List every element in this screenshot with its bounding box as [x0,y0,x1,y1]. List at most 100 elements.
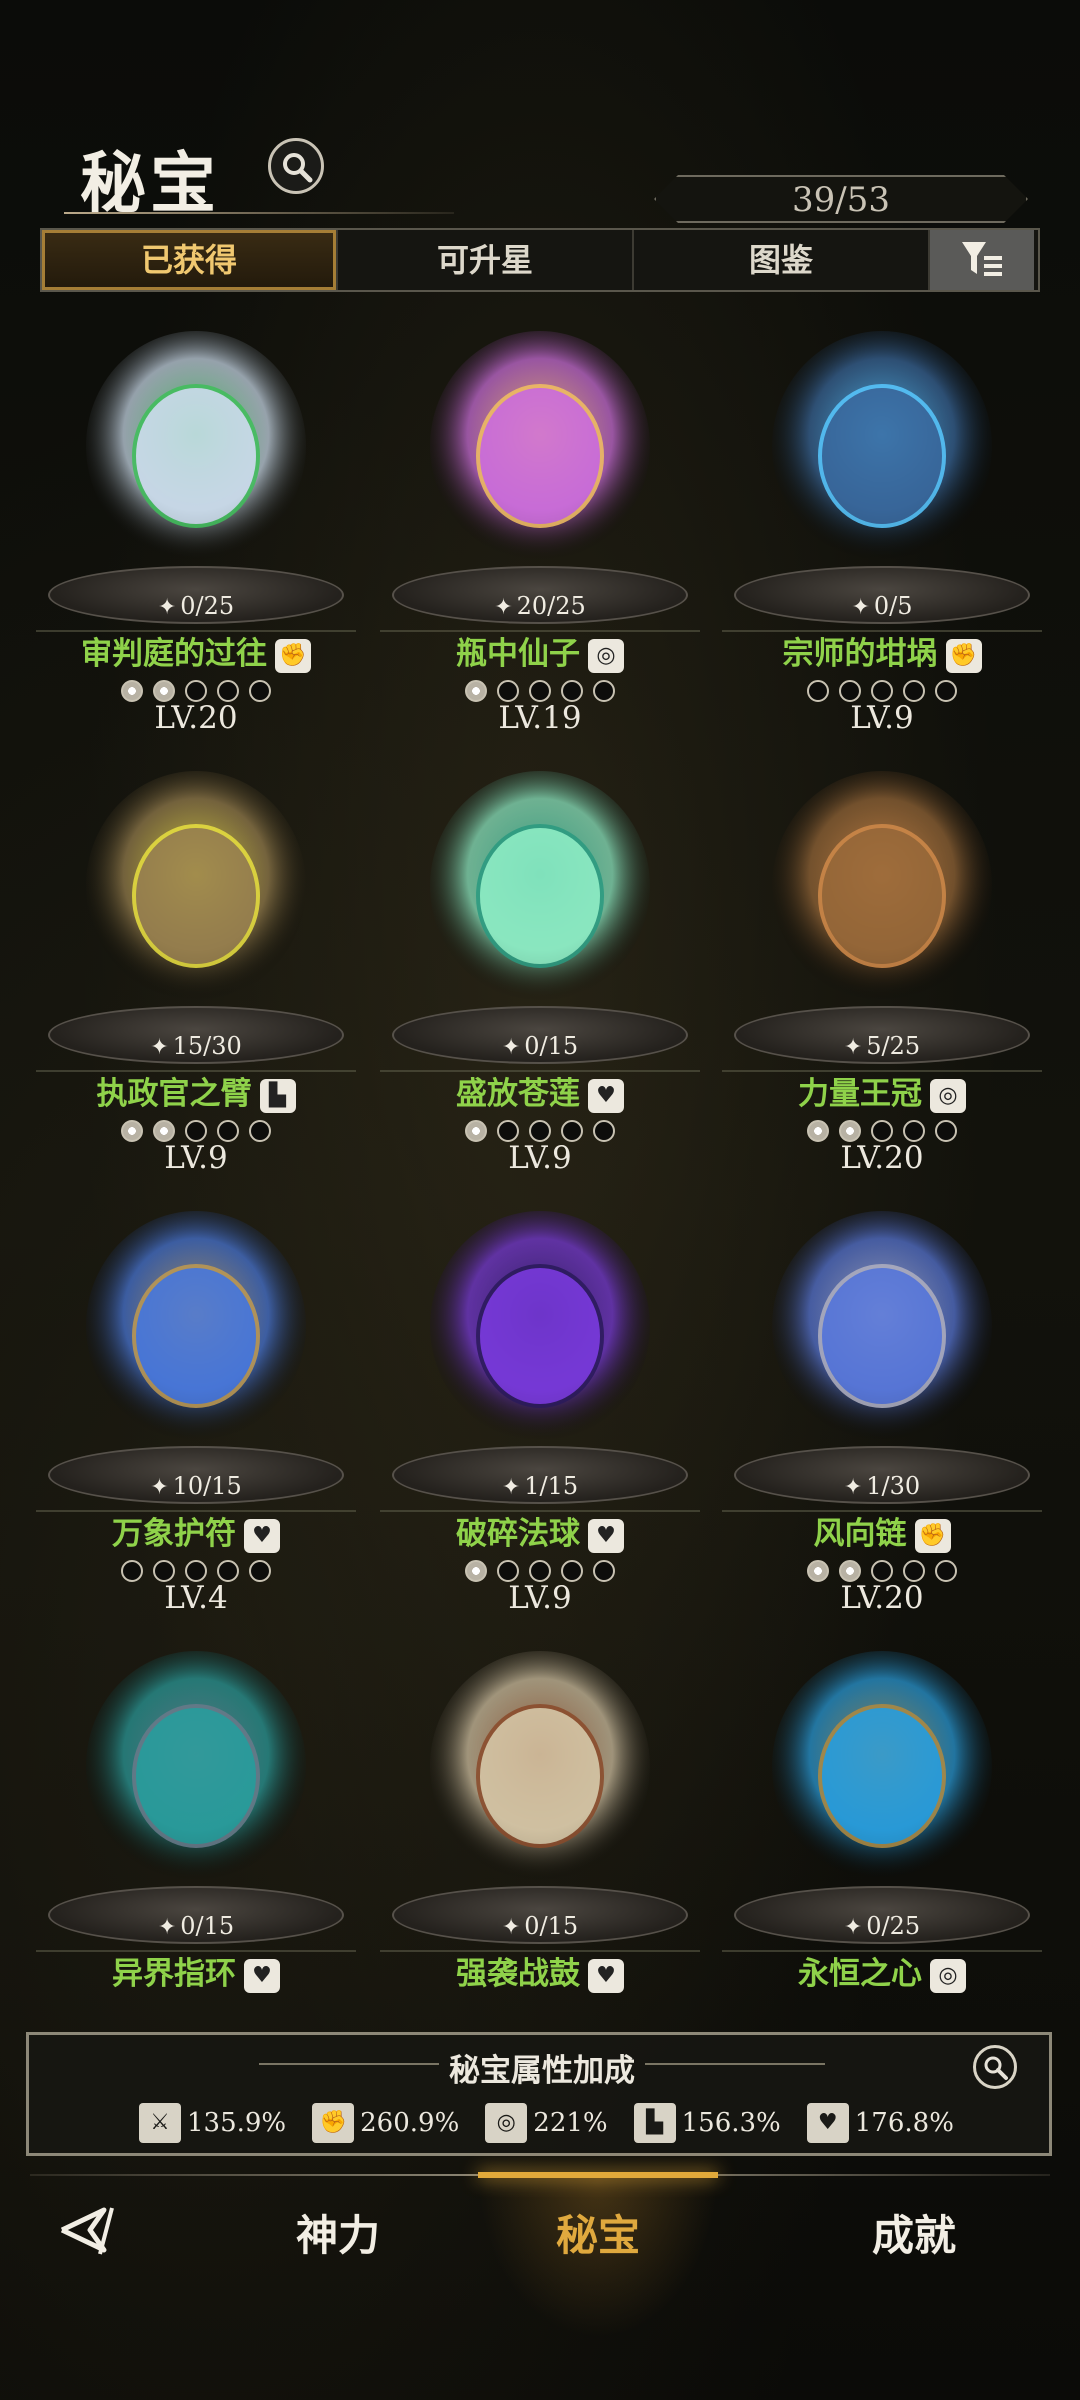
item-name: 强袭战鼓 [456,1956,580,1992]
puzzle-piece-icon: ✦ [157,595,177,620]
item-name-row: 瓶中仙子 ◎ [380,630,700,674]
fist-icon: ✊ [275,638,311,673]
shard-count: ✦ 0/25 [36,592,356,624]
treasure-card[interactable]: ✦ 15/30 执政官之臂 ▙ LV.9 [36,756,356,1176]
nav-achievements[interactable]: 成就 [814,2202,1014,2262]
tab-obtained[interactable]: 已获得 [42,230,338,290]
treasure-art [86,1211,306,1441]
search-icon [283,153,313,183]
sword-icon: ⚔ [139,2103,181,2143]
treasure-art [86,771,306,1001]
treasure-card[interactable]: ✦ 0/15 盛放苍莲 ♥ LV.9 [380,756,700,1176]
nav-treasures[interactable]: 秘宝 [498,2202,698,2262]
heart-icon: ♥ [244,1518,280,1553]
item-name: 异界指环 [112,1956,236,1992]
item-name-row: 破碎法球 ♥ [380,1510,700,1554]
treasure-art [430,331,650,561]
search-button[interactable] [268,138,324,194]
filter-button[interactable] [930,230,1034,290]
tab-codex[interactable]: 图鉴 [634,230,930,290]
treasure-art [772,1651,992,1881]
shard-count-value: 10/15 [172,1472,242,1500]
nav-divine-power[interactable]: 神力 [238,2202,438,2262]
bonus-panel: 秘宝属性加成 ⚔ 135.9% ✊ 260.9% ◎ 221% ▙ 156.3% ♥ 176.8% [26,2032,1052,2156]
heart-icon: ♥ [244,1958,280,1993]
bonus-stat: ◎ 221% [485,2103,608,2143]
treasure-card[interactable]: ✦ 10/15 万象护符 ♥ LV.4 [36,1196,356,1616]
filter-icon [962,242,1002,276]
item-name: 审判庭的过往 [81,636,267,672]
treasure-card[interactable]: ✦ 0/25 审判庭的过往 ✊ LV.20 [36,316,356,736]
shard-count-value: 0/15 [180,1912,235,1940]
item-name: 宗师的坩埚 [782,636,938,672]
bonus-stat-value: 176.8% [854,2108,954,2138]
heart-icon: ♥ [588,1078,624,1113]
puzzle-piece-icon: ✦ [150,1035,169,1060]
item-name-row: 盛放苍莲 ♥ [380,1070,700,1114]
bonus-stat-value: 221% [533,2108,608,2138]
swirl-icon: ◎ [485,2103,528,2143]
boot-icon: ▙ [259,1078,296,1113]
puzzle-piece-icon: ✦ [843,1915,863,1940]
item-level: LV.9 [508,1580,572,1616]
treasure-card[interactable]: ✦ 1/15 破碎法球 ♥ LV.9 [380,1196,700,1616]
shard-count: ✦ 0/15 [380,1912,700,1944]
bonus-stat: ▙ 156.3% [633,2103,781,2143]
collection-counter: 39/53 [792,180,890,220]
bonus-stats: ⚔ 135.9% ✊ 260.9% ◎ 221% ▙ 156.3% ♥ 176.8% [139,2101,989,2145]
tab-upgradable[interactable]: 可升星 [338,230,634,290]
shard-count: ✦ 20/25 [380,592,700,624]
bonus-stat: ⚔ 135.9% [139,2103,286,2143]
back-button[interactable] [56,2196,136,2266]
shard-count: ✦ 0/25 [722,1912,1042,1944]
puzzle-piece-icon: ✦ [843,1035,863,1060]
item-name-row: 执政官之臂 ▙ [36,1070,356,1114]
item-name-row: 异界指环 ♥ [36,1950,356,1994]
fist-icon: ✊ [914,1518,951,1553]
shard-count-value: 20/25 [516,592,586,620]
puzzle-piece-icon: ✦ [851,595,870,620]
shard-count-value: 15/30 [172,1032,242,1060]
item-level: LV.9 [850,700,914,736]
shard-count: ✦ 1/30 [722,1472,1042,1504]
item-name-row: 强袭战鼓 ♥ [380,1950,700,1994]
treasure-art [772,331,992,561]
item-name-row: 审判庭的过往 ✊ [36,630,356,674]
item-level: LV.9 [164,1140,228,1176]
puzzle-piece-icon: ✦ [501,1035,521,1060]
item-name: 永恒之心 [798,1956,922,1992]
treasure-art [772,771,992,1001]
search-icon [984,2056,1008,2080]
shard-count: ✦ 10/15 [36,1472,356,1504]
shard-count-value: 1/30 [866,1472,921,1500]
item-level: LV.20 [840,1140,924,1176]
shard-count-value: 0/25 [180,592,235,620]
bonus-detail-button[interactable] [973,2045,1017,2089]
bonus-stat-value: 260.9% [360,2108,460,2138]
fist-icon: ✊ [312,2103,355,2143]
shard-count: ✦ 1/15 [380,1472,700,1504]
item-name-row: 力量王冠 ◎ [722,1070,1042,1114]
item-level: LV.9 [508,1140,572,1176]
treasure-card[interactable]: ✦ 5/25 力量王冠 ◎ LV.20 [722,756,1042,1176]
item-name: 万象护符 [112,1516,236,1552]
treasure-card[interactable]: ✦ 20/25 瓶中仙子 ◎ LV.19 [380,316,700,736]
item-name: 力量王冠 [798,1076,922,1112]
bonus-stat-value: 156.3% [681,2108,781,2138]
shard-count: ✦ 0/15 [380,1032,700,1064]
bonus-title: 秘宝属性加成 [449,2053,635,2089]
puzzle-piece-icon: ✦ [157,1915,177,1940]
treasure-card[interactable]: ✦ 0/5 宗师的坩埚 ✊ LV.9 [722,316,1042,736]
treasure-card[interactable]: ✦ 0/15 异界指环 ♥ [36,1636,356,2056]
tab-bar: 已获得 可升星 图鉴 [40,228,1040,292]
treasure-card[interactable]: ✦ 0/15 强袭战鼓 ♥ [380,1636,700,2056]
shard-count: ✦ 15/30 [36,1032,356,1064]
puzzle-piece-icon: ✦ [501,1475,521,1500]
shard-count-value: 0/25 [866,1912,921,1940]
swirl-icon: ◎ [930,1078,966,1113]
item-name: 风向链 [813,1516,907,1552]
treasure-card[interactable]: ✦ 0/25 永恒之心 ◎ [722,1636,1042,2056]
treasure-card[interactable]: ✦ 1/30 风向链 ✊ LV.20 [722,1196,1042,1616]
treasure-art [772,1211,992,1441]
treasure-art [430,1651,650,1881]
